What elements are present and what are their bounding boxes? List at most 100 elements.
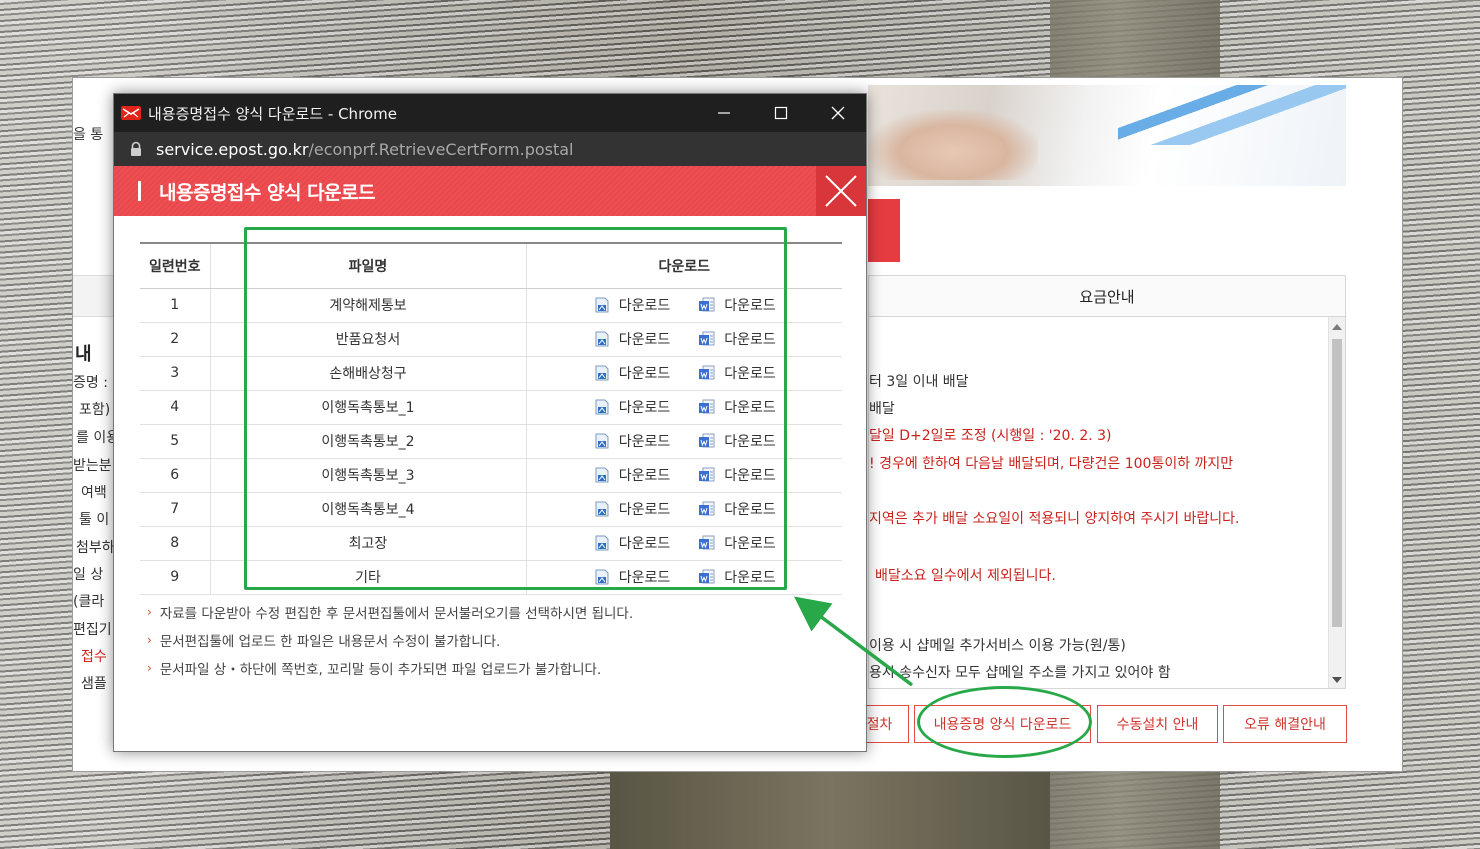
row-number: 3 bbox=[140, 356, 211, 391]
download-cell: 다운로드 다운로드 bbox=[526, 492, 842, 527]
note-item: › 문서파일 상・하단에 쪽번호, 꼬리말 등이 추가되면 파일 업로드가 불가합… bbox=[147, 654, 633, 682]
file-name: 이행독촉통보_4 bbox=[210, 492, 527, 527]
window-controls bbox=[695, 94, 866, 132]
url-path: /econprf.RetrieveCertForm.postal bbox=[308, 139, 574, 159]
notes-list: › 자료를 다운받아 수정 편집한 후 문서편집툴에서 문서불러오기를 선택하시면… bbox=[147, 598, 633, 682]
download-cell: 다운로드 다운로드 bbox=[526, 356, 842, 391]
word-doc-icon bbox=[698, 466, 716, 484]
left-heading: 내 bbox=[75, 344, 92, 365]
close-icon[interactable] bbox=[824, 174, 858, 208]
download-label: 다운로드 bbox=[618, 366, 671, 382]
table-row: 3 손해배상청구 다운로드 다운로드 bbox=[140, 356, 842, 391]
row-number: 9 bbox=[140, 560, 211, 595]
note-item: › 문서편집툴에 업로드 한 파일은 내용문서 수정이 불가합니다. bbox=[147, 626, 633, 654]
download-table: 일련번호 파일명 다운로드 1 계약해제통보 다운로드 다운로드 2 반품요청서 다운로드 다… bbox=[140, 242, 842, 595]
download-cell: 다운로드 다운로드 bbox=[526, 458, 842, 493]
download-label: 다운로드 bbox=[724, 536, 776, 552]
download-links: 다운로드 다운로드 bbox=[527, 533, 843, 553]
row-number: 7 bbox=[140, 492, 211, 527]
download-links: 다운로드 다운로드 bbox=[527, 329, 843, 349]
download-label: 다운로드 bbox=[724, 332, 776, 348]
file-name: 손해배상청구 bbox=[210, 356, 527, 391]
left-line: 받는분 bbox=[73, 458, 112, 474]
manual-install-button[interactable]: 수동설치 안내 bbox=[1097, 705, 1218, 743]
document-icon bbox=[593, 398, 611, 416]
form-download-button[interactable]: 내용증명 양식 다운로드 bbox=[914, 705, 1091, 743]
fee-line: 터 3일 이내 배달 bbox=[869, 374, 969, 390]
lock-icon bbox=[129, 141, 143, 157]
table-header-row: 일련번호 파일명 다운로드 bbox=[140, 242, 842, 289]
download-link-doc[interactable]: 다운로드 bbox=[593, 397, 671, 417]
note-item: › 자료를 다운받아 수정 편집한 후 문서편집툴에서 문서불러오기를 선택하시면… bbox=[147, 598, 633, 626]
download-link-word[interactable]: 다운로드 bbox=[698, 329, 776, 349]
file-name: 이행독촉통보_1 bbox=[210, 390, 527, 425]
download-link-doc[interactable]: 다운로드 bbox=[593, 533, 671, 553]
table-row: 7 이행독촉통보_4 다운로드 다운로드 bbox=[140, 492, 842, 527]
download-cell: 다운로드 다운로드 bbox=[526, 560, 843, 595]
address-bar[interactable]: service.epost.go.kr/econprf.RetrieveCert… bbox=[114, 132, 866, 166]
fee-line: 용시 송수신자 모두 샵메일 주소를 가지고 있어야 함 bbox=[869, 665, 1171, 681]
download-link-word[interactable]: 다운로드 bbox=[698, 397, 776, 417]
download-link-word[interactable]: 다운로드 bbox=[698, 567, 776, 587]
table-row: 9 기타 다운로드 다운로드 bbox=[140, 560, 843, 595]
bullet-icon: › bbox=[147, 605, 152, 619]
download-link-word[interactable]: 다운로드 bbox=[698, 363, 776, 383]
download-label: 다운로드 bbox=[618, 468, 671, 484]
word-doc-icon bbox=[698, 364, 716, 382]
word-doc-icon bbox=[698, 432, 716, 450]
file-name: 기타 bbox=[210, 560, 527, 595]
download-label: 다운로드 bbox=[618, 332, 671, 348]
close-icon[interactable] bbox=[809, 94, 866, 132]
download-link-word[interactable]: 다운로드 bbox=[698, 295, 776, 315]
epost-app-icon bbox=[121, 106, 141, 120]
table-row: 6 이행독촉통보_3 다운로드 다운로드 bbox=[140, 458, 842, 493]
document-icon bbox=[593, 432, 611, 450]
download-link-doc[interactable]: 다운로드 bbox=[593, 499, 670, 519]
download-link-doc[interactable]: 다운로드 bbox=[593, 431, 670, 451]
fee-scrollbar[interactable] bbox=[1328, 317, 1345, 688]
fee-line-red: 배달소요 일수에서 제외됩니다. bbox=[875, 568, 1056, 584]
download-table-wrapper: 일련번호 파일명 다운로드 1 계약해제통보 다운로드 다운로드 2 반품요청서 다운로드 다… bbox=[140, 242, 842, 595]
download-link-word[interactable]: 다운로드 bbox=[698, 431, 776, 451]
download-label: 다운로드 bbox=[618, 400, 671, 416]
left-line: (클라 bbox=[73, 594, 105, 610]
download-label: 다운로드 bbox=[724, 468, 776, 484]
download-link-doc[interactable]: 다운로드 bbox=[593, 329, 671, 349]
scroll-down-icon[interactable] bbox=[1332, 677, 1342, 683]
scroll-up-icon[interactable] bbox=[1332, 324, 1342, 330]
download-link-doc[interactable]: 다운로드 bbox=[593, 363, 671, 383]
download-link-doc[interactable]: 다운로드 bbox=[593, 295, 670, 315]
download-label: 다운로드 bbox=[724, 400, 776, 416]
url-host: service.epost.go.kr bbox=[156, 139, 309, 159]
row-number: 8 bbox=[140, 526, 211, 561]
download-link-doc[interactable]: 다운로드 bbox=[593, 567, 670, 587]
download-link-word[interactable]: 다운로드 bbox=[698, 533, 776, 553]
minimize-icon[interactable] bbox=[695, 94, 752, 132]
download-link-word[interactable]: 다운로드 bbox=[698, 499, 776, 519]
download-cell: 다운로드 다운로드 bbox=[526, 288, 842, 323]
table-row: 1 계약해제통보 다운로드 다운로드 bbox=[140, 288, 842, 323]
note-text: 문서편집툴에 업로드 한 파일은 내용문서 수정이 불가합니다. bbox=[159, 634, 501, 650]
popup-titlebar[interactable]: 내용증명접수 양식 다운로드 - Chrome bbox=[114, 94, 866, 132]
file-name: 최고장 bbox=[210, 526, 527, 561]
hero-banner bbox=[868, 85, 1346, 186]
download-label: 다운로드 bbox=[618, 536, 671, 552]
error-help-button[interactable]: 오류 해결안내 bbox=[1223, 705, 1347, 743]
word-doc-icon bbox=[698, 534, 716, 552]
download-link-doc[interactable]: 다운로드 bbox=[593, 465, 671, 485]
col-header-no: 일련번호 bbox=[140, 242, 211, 289]
maximize-icon[interactable] bbox=[752, 94, 809, 132]
download-link-word[interactable]: 다운로드 bbox=[698, 465, 776, 485]
fee-info-tab[interactable]: 요금안내 bbox=[868, 275, 1346, 317]
row-number: 1 bbox=[140, 288, 211, 323]
row-number: 6 bbox=[140, 458, 211, 493]
download-links: 다운로드 다운로드 bbox=[527, 567, 843, 587]
fee-info-panel: 터 3일 이내 배달 배달 달일 D+2일로 조정 (시행일 : '20. 2.… bbox=[868, 317, 1346, 689]
hero-hand-image bbox=[868, 110, 1038, 180]
row-number: 5 bbox=[140, 424, 211, 459]
red-tab-block bbox=[868, 199, 900, 262]
table-row: 4 이행독촉통보_1 다운로드 다운로드 bbox=[140, 390, 842, 425]
popup-close-button[interactable] bbox=[816, 166, 866, 216]
scroll-thumb[interactable] bbox=[1332, 339, 1342, 627]
document-icon bbox=[593, 330, 611, 348]
